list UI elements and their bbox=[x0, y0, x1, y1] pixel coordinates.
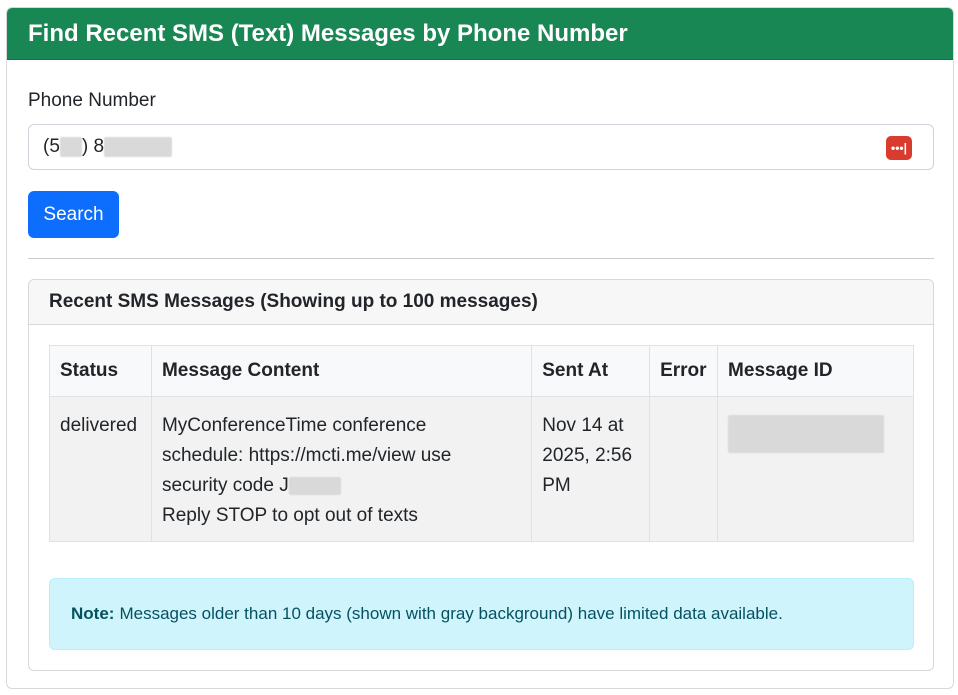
redacted-digits bbox=[59, 137, 82, 157]
column-header-status: Status bbox=[49, 345, 152, 397]
message-line: schedule: https://mcti.me/view use bbox=[161, 445, 452, 466]
search-button[interactable]: Search bbox=[28, 191, 119, 238]
note-label: Note: bbox=[71, 604, 115, 623]
page-title: Find Recent SMS (Text) Messages by Phone… bbox=[7, 8, 953, 60]
redacted-code bbox=[288, 476, 341, 495]
message-content-cell: MyConferenceTime conference schedule: ht… bbox=[150, 396, 533, 542]
redacted-digits bbox=[104, 137, 173, 157]
results-card: Recent SMS Messages (Showing up to 100 m… bbox=[28, 279, 934, 671]
column-header-message-id: Message ID bbox=[717, 345, 914, 397]
messages-table: Status Message Content Sent At Error Mes… bbox=[49, 345, 914, 542]
ellipsis-icon[interactable]: •••| bbox=[886, 136, 912, 160]
column-header-sent-at: Sent At bbox=[531, 345, 651, 397]
info-note: Note: Messages older than 10 days (shown… bbox=[49, 578, 914, 650]
message-line: MyConferenceTime conference bbox=[161, 415, 427, 436]
sms-search-card: Find Recent SMS (Text) Messages by Phone… bbox=[6, 7, 954, 689]
phone-number-label: Phone Number bbox=[28, 90, 156, 111]
message-line: security code J bbox=[162, 471, 521, 501]
divider bbox=[28, 258, 934, 259]
column-header-error: Error bbox=[649, 345, 719, 397]
redacted-message-id bbox=[728, 415, 885, 453]
status-cell: delivered bbox=[49, 396, 152, 542]
phone-number-input[interactable]: (5 ) 8 •••| bbox=[28, 124, 934, 170]
phone-value-prefix: (5 bbox=[43, 136, 60, 157]
note-text: Messages older than 10 days (shown with … bbox=[119, 604, 783, 623]
results-title: Recent SMS Messages (Showing up to 100 m… bbox=[29, 280, 933, 325]
message-id-cell bbox=[717, 396, 914, 542]
table-row: delivered MyConferenceTime conference sc… bbox=[49, 396, 914, 542]
sent-at-line: PM bbox=[542, 475, 571, 496]
column-header-message-content: Message Content bbox=[150, 345, 533, 397]
message-line: Reply STOP to opt out of texts bbox=[161, 505, 418, 526]
sent-at-line: 2025, 2:56 bbox=[542, 445, 633, 466]
sent-at-cell: Nov 14 at 2025, 2:56 PM bbox=[531, 396, 651, 542]
security-code-prefix: security code J bbox=[161, 475, 289, 496]
phone-value-mid: ) 8 bbox=[81, 136, 105, 157]
error-cell bbox=[649, 396, 719, 542]
table-header-row: Status Message Content Sent At Error Mes… bbox=[49, 345, 914, 397]
sent-at-line: Nov 14 at bbox=[542, 415, 624, 436]
